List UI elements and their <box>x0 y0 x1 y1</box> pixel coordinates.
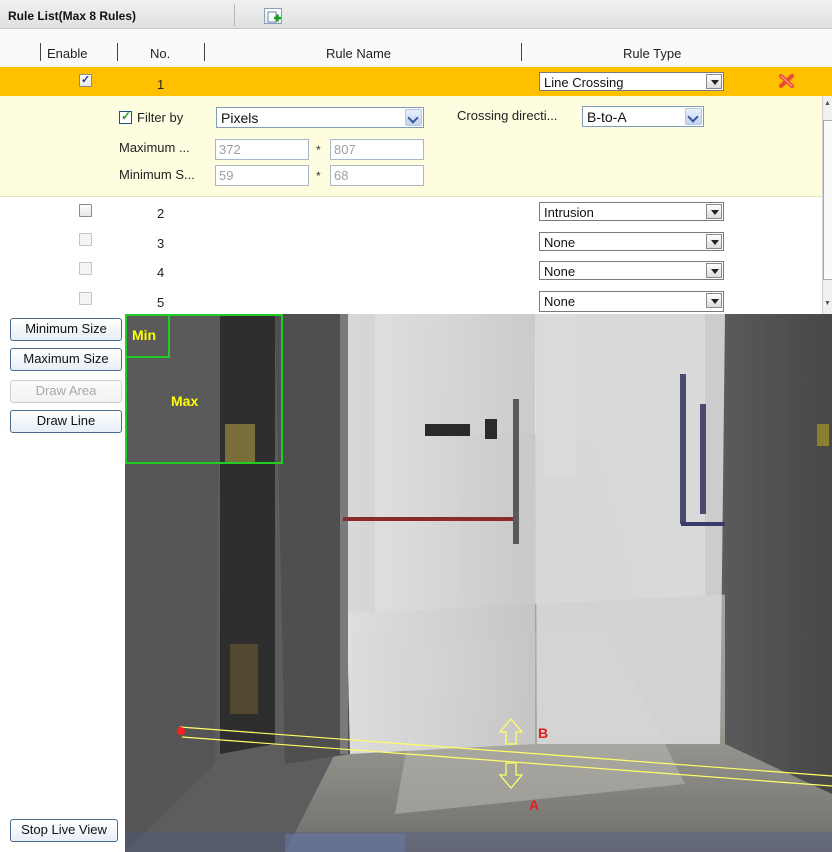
maximum-width-field[interactable]: 372 <box>215 139 309 160</box>
maximum-height-field[interactable]: 807 <box>330 139 424 160</box>
draw-line-button[interactable]: Draw Line <box>10 410 122 433</box>
chevron-down-icon <box>685 108 702 125</box>
chevron-down-icon <box>706 234 722 249</box>
crossing-direction-select[interactable]: B-to-A <box>582 106 704 127</box>
chevron-down-icon <box>706 204 722 219</box>
add-rule-icon <box>267 11 281 23</box>
header-divider <box>521 43 522 61</box>
rule-type-select[interactable]: Line Crossing <box>539 72 724 91</box>
maximum-width-value: 372 <box>219 142 241 157</box>
enable-checkbox[interactable] <box>79 262 92 275</box>
rule-type-value: Line Crossing <box>544 75 624 90</box>
rule-type-select[interactable]: None <box>539 291 724 312</box>
minimum-width-field[interactable]: 59 <box>215 165 309 186</box>
toolbar-divider <box>234 4 235 26</box>
rule-number: 5 <box>157 295 165 310</box>
camera-scene: Min Max B A <box>125 314 832 852</box>
maximum-height-value: 807 <box>334 142 356 157</box>
header-divider <box>204 43 205 61</box>
filter-by-label: Filter by <box>137 110 184 125</box>
rule-type-value: None <box>544 264 576 279</box>
rule-type-select[interactable]: None <box>539 261 724 280</box>
header-rule-name: Rule Name <box>326 46 392 61</box>
min-box-label: Min <box>132 327 156 343</box>
point-b-label: B <box>538 725 548 741</box>
line-endpoint[interactable] <box>177 727 185 735</box>
minimum-size-label: Minimum S... <box>119 167 195 182</box>
enable-checkbox[interactable] <box>79 204 92 217</box>
crossing-direction-label: Crossing directi... <box>457 108 558 123</box>
rule-type-select[interactable]: Intrusion <box>539 202 724 221</box>
check-icon: ✓ <box>121 109 132 123</box>
minimum-height-field[interactable]: 68 <box>330 165 424 186</box>
enable-checkbox[interactable] <box>79 233 92 246</box>
delete-icon[interactable] <box>778 72 796 90</box>
minimum-width-value: 59 <box>219 168 234 183</box>
scrollbar-thumb[interactable] <box>823 120 832 280</box>
smart-event-rule-config: Rule List(Max 8 Rules) Enable No. Rule N… <box>0 0 832 852</box>
rule-number: 2 <box>157 206 165 221</box>
size-separator: * <box>316 169 321 183</box>
filter-by-select[interactable]: Pixels <box>216 107 424 128</box>
point-a-label: A <box>529 797 539 813</box>
rule-type-value: None <box>544 294 576 309</box>
scroll-up-icon[interactable]: ▲ <box>824 100 831 107</box>
header-divider <box>40 43 41 61</box>
stop-live-view-button[interactable]: Stop Live View <box>10 819 118 842</box>
size-separator: * <box>316 143 321 157</box>
enable-checkbox[interactable] <box>79 292 92 305</box>
add-rule-button[interactable] <box>264 8 282 24</box>
chevron-down-icon <box>405 109 422 126</box>
rule-type-value: None <box>544 235 576 250</box>
live-video-view[interactable]: Min Max B A <box>125 314 832 852</box>
rule-type-value: Intrusion <box>544 205 594 220</box>
rule-list-header: Enable No. Rule Name Rule Type <box>0 30 832 67</box>
chevron-down-icon <box>706 74 722 89</box>
header-enable: Enable <box>47 46 88 61</box>
maximum-size-label: Maximum ... <box>119 140 190 155</box>
minimum-height-value: 68 <box>334 168 349 183</box>
rule-number: 3 <box>157 236 165 251</box>
rule-number: 1 <box>157 77 165 92</box>
chevron-down-icon <box>706 263 722 278</box>
rule-type-select[interactable]: None <box>539 232 724 251</box>
header-rule-type: Rule Type <box>623 46 682 61</box>
chevron-down-icon <box>706 293 722 308</box>
enable-checkbox[interactable]: ✓ <box>79 74 92 87</box>
max-box-label: Max <box>171 393 198 409</box>
rule-list-toolbar: Rule List(Max 8 Rules) <box>0 0 832 29</box>
header-no: No. <box>150 46 171 61</box>
rule-list-title: Rule List(Max 8 Rules) <box>8 9 137 23</box>
minimum-size-button[interactable]: Minimum Size <box>10 318 122 341</box>
filter-by-value: Pixels <box>221 110 259 126</box>
crossing-direction-value: B-to-A <box>587 109 627 125</box>
check-icon: ✓ <box>81 74 91 86</box>
maximum-size-button[interactable]: Maximum Size <box>10 348 122 371</box>
filter-by-checkbox[interactable]: ✓ <box>119 109 132 124</box>
header-divider <box>117 43 118 61</box>
scroll-down-icon[interactable]: ▼ <box>824 300 831 307</box>
draw-area-button[interactable]: Draw Area <box>10 380 122 403</box>
rule-number: 4 <box>157 265 165 280</box>
